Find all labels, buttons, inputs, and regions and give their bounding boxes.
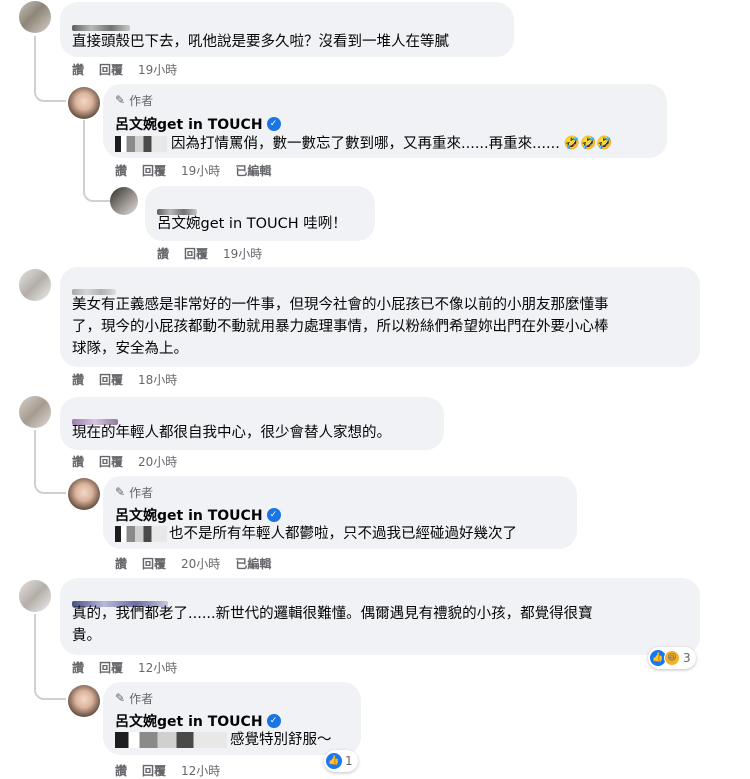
comment-bubble: 現在的年輕人都很自我中心，很少會替人家想的。 (60, 397, 444, 450)
reply-button[interactable]: 回覆 (99, 371, 123, 388)
thread-line (83, 120, 85, 190)
author-badge: ✎ 作者 (115, 691, 154, 706)
verified-badge-icon: ✓ (266, 508, 281, 522)
author-avatar[interactable] (68, 87, 100, 119)
edited-label[interactable]: 已編輯 (235, 162, 271, 179)
reply-text: 因為打情罵俏，數一數忘了數到哪，又再重來......再重來...... (171, 136, 560, 152)
author-badge: ✎ 作者 (115, 93, 154, 108)
reply-button[interactable]: 回覆 (184, 245, 208, 262)
like-button[interactable]: 讚 (72, 371, 84, 388)
like-button[interactable]: 讚 (115, 555, 127, 572)
reply-button[interactable]: 回覆 (99, 453, 123, 470)
reaction-count: 1 (345, 754, 353, 768)
timestamp[interactable]: 19小時 (181, 162, 220, 179)
commenter-avatar[interactable] (19, 396, 51, 428)
pencil-icon: ✎ (115, 93, 126, 107)
like-reaction-icon: 👍 (326, 753, 342, 769)
reply-text: 也不是所有年輕人都鬱啦，只不過我已經碰過好幾次了 (169, 526, 517, 542)
reaction-count: 3 (683, 651, 691, 665)
like-button[interactable]: 讚 (72, 659, 84, 676)
commenter-avatar[interactable] (19, 1, 51, 33)
reply-button[interactable]: 回覆 (142, 162, 166, 179)
comment-text: 美女有正義感是非常好的一件事，但現今社會的小屁孩已不像以前的小朋友那麼懂事 了，… (72, 297, 609, 357)
like-button[interactable]: 讚 (157, 245, 169, 262)
thread-line (34, 614, 36, 688)
like-button[interactable]: 讚 (115, 762, 127, 779)
timestamp[interactable]: 20小時 (181, 555, 220, 572)
commenter-avatar[interactable] (110, 187, 138, 215)
commenter-avatar[interactable] (19, 580, 51, 612)
thread-connector (34, 82, 66, 102)
laughing-emoji-icons: 🤣🤣🤣 (563, 136, 613, 151)
author-avatar[interactable] (68, 685, 100, 717)
thread-connector (34, 474, 66, 494)
timestamp[interactable]: 12小時 (138, 659, 177, 676)
page-name-link[interactable]: 呂文婉get in TOUCH ✓ (115, 711, 281, 731)
reply-text: 呂文婉get in TOUCH 哇咧！ (157, 216, 347, 232)
thread-connector (34, 680, 66, 700)
reply-bubble: ✎ 作者 呂文婉get in TOUCH ✓ 也不是所有年輕人都鬱啦，只不過我已… (103, 476, 577, 549)
comment-bubble: 真的，我們都老了......新世代的邏輯很難懂。偶爾遇見有禮貌的小孩，都覺得很寶… (60, 578, 700, 655)
verified-badge-icon: ✓ (266, 117, 281, 131)
mentioned-name-blurred[interactable] (115, 526, 167, 542)
pencil-icon: ✎ (115, 485, 126, 499)
mentioned-name-blurred[interactable] (115, 732, 227, 748)
comment-text: 現在的年輕人都很自我中心，很少會替人家想的。 (72, 425, 391, 441)
page-name-link[interactable]: 呂文婉get in TOUCH ✓ (115, 505, 281, 525)
like-button[interactable]: 讚 (72, 61, 84, 78)
comment-text: 真的，我們都老了......新世代的邏輯很難懂。偶爾遇見有禮貌的小孩，都覺得很寶… (72, 606, 593, 644)
reply-bubble: 呂文婉get in TOUCH 哇咧！ (145, 186, 375, 241)
pencil-icon: ✎ (115, 691, 126, 705)
author-badge: ✎ 作者 (115, 485, 154, 500)
reply-button[interactable]: 回覆 (99, 61, 123, 78)
thread-connector (83, 182, 111, 202)
timestamp[interactable]: 20小時 (138, 453, 177, 470)
reply-text: 感覺特別舒服～ (230, 732, 332, 748)
reply-button[interactable]: 回覆 (142, 555, 166, 572)
verified-badge-icon: ✓ (266, 714, 281, 728)
edited-label[interactable]: 已編輯 (235, 555, 271, 572)
comment-bubble: 直接頭殼巴下去，吼他說是要多久啦？沒看到一堆人在等膩 (60, 2, 514, 57)
reactions-summary[interactable]: 👍 1 (324, 750, 358, 772)
comment-bubble: 美女有正義感是非常好的一件事，但現今社會的小屁孩已不像以前的小朋友那麼懂事 了，… (60, 267, 700, 367)
commenter-avatar[interactable] (19, 269, 51, 301)
author-avatar[interactable] (68, 478, 100, 510)
timestamp[interactable]: 12小時 (181, 762, 220, 779)
timestamp[interactable]: 19小時 (223, 245, 262, 262)
like-button[interactable]: 讚 (115, 162, 127, 179)
reply-button[interactable]: 回覆 (99, 659, 123, 676)
reactions-summary[interactable]: 👍 😆 3 (648, 647, 696, 669)
reply-button[interactable]: 回覆 (142, 762, 166, 779)
reply-bubble: ✎ 作者 呂文婉get in TOUCH ✓ 感覺特別舒服～ (103, 682, 361, 755)
reply-bubble: ✎ 作者 呂文婉get in TOUCH ✓ 因為打情罵俏，數一數忘了數到哪，又… (103, 84, 667, 158)
timestamp[interactable]: 18小時 (138, 371, 177, 388)
like-button[interactable]: 讚 (72, 453, 84, 470)
mentioned-name-blurred[interactable] (115, 136, 167, 152)
comment-text: 直接頭殼巴下去，吼他說是要多久啦？沒看到一堆人在等膩 (72, 34, 449, 50)
timestamp[interactable]: 19小時 (138, 61, 177, 78)
haha-reaction-icon: 😆 (664, 650, 680, 666)
page-name-link[interactable]: 呂文婉get in TOUCH ✓ (115, 114, 281, 134)
